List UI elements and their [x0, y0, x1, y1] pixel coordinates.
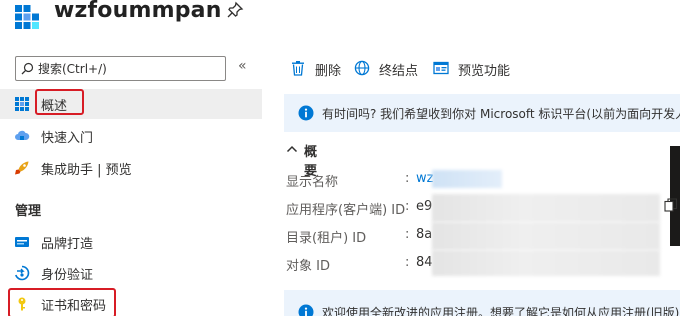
- redacted-value: [432, 222, 660, 250]
- copy-icon[interactable]: [664, 198, 678, 212]
- endpoints-button-label: 终结点: [379, 64, 419, 79]
- delete-button[interactable]: 删除: [290, 58, 350, 80]
- preview-icon: [433, 61, 449, 75]
- sidebar-item-quickstart[interactable]: 快速入门: [0, 121, 262, 151]
- sidebar-item-label: 快速入门: [41, 131, 94, 146]
- sidebar-item-integration-assistant[interactable]: 集成助手 | 预览: [0, 153, 262, 183]
- property-key: 显示名称: [286, 175, 339, 190]
- preview-features-button-label: 预览功能: [458, 64, 511, 79]
- endpoints-button[interactable]: 终结点: [354, 58, 434, 80]
- sidebar-item-label: 品牌打造: [41, 237, 94, 252]
- delete-button-label: 删除: [315, 64, 342, 79]
- redacted-value: [432, 194, 660, 222]
- search-icon: [21, 62, 34, 75]
- redacted-value: [432, 170, 502, 188]
- info-icon: [298, 304, 314, 316]
- feedback-banner[interactable]: 有时间吗? 我们希望收到你对 Microsoft 标识平台(以前为面向开发人: [284, 94, 680, 132]
- authentication-icon: [15, 265, 30, 281]
- branding-icon: [15, 237, 29, 247]
- pin-icon[interactable]: [226, 1, 244, 19]
- side-panel-edge: [670, 146, 680, 246]
- sidebar-item-branding[interactable]: 品牌打造: [0, 227, 262, 257]
- property-key: 对象 ID: [286, 259, 330, 274]
- property-separator: :: [405, 171, 410, 186]
- property-key: 应用程序(客户端) ID: [286, 203, 406, 218]
- display-name-link[interactable]: wz: [416, 171, 433, 186]
- globe-icon: [354, 60, 370, 76]
- rocket-icon: [15, 161, 29, 175]
- search-input[interactable]: [38, 59, 223, 78]
- sidebar-item-authentication[interactable]: 身份验证: [0, 258, 262, 288]
- chevron-up-icon: [286, 145, 298, 153]
- property-value: 8a: [416, 227, 433, 242]
- banner-text: 有时间吗? 我们希望收到你对 Microsoft 标识平台(以前为面向开发人: [322, 107, 680, 121]
- property-key: 目录(租户) ID: [286, 231, 367, 246]
- highlight-box: [35, 89, 84, 115]
- property-separator: :: [405, 255, 410, 270]
- app-registration-icon: [15, 5, 39, 29]
- banner-text: 欢迎使用全新改进的应用注册。想要了解它是如何从应用注册(旧版): [322, 306, 680, 316]
- quickstart-cloud-icon: [15, 130, 30, 140]
- property-value: 84: [416, 255, 433, 270]
- page-title: wzfoummpan: [54, 0, 222, 23]
- trash-icon: [292, 61, 304, 76]
- info-icon: [298, 105, 314, 121]
- overview-grid-icon: [15, 97, 29, 111]
- section-header-manage: 管理: [15, 204, 42, 219]
- page-header: wzfoummpan: [0, 0, 680, 42]
- sidebar: « 概述 快速入门: [0, 42, 262, 316]
- property-separator: :: [405, 199, 410, 214]
- app-window: wzfoummpan « 概述: [0, 0, 680, 316]
- preview-features-button[interactable]: 预览功能: [433, 58, 523, 80]
- search-box[interactable]: [15, 56, 226, 81]
- welcome-banner[interactable]: 欢迎使用全新改进的应用注册。想要了解它是如何从应用注册(旧版): [284, 290, 680, 316]
- highlight-box: [8, 288, 116, 316]
- sidebar-item-label: 集成助手 | 预览: [41, 163, 132, 178]
- property-value: e9: [416, 199, 433, 214]
- sidebar-item-label: 身份验证: [41, 268, 94, 283]
- property-separator: :: [405, 227, 410, 242]
- collapse-sidebar-icon[interactable]: «: [238, 58, 247, 74]
- redacted-value: [432, 250, 660, 276]
